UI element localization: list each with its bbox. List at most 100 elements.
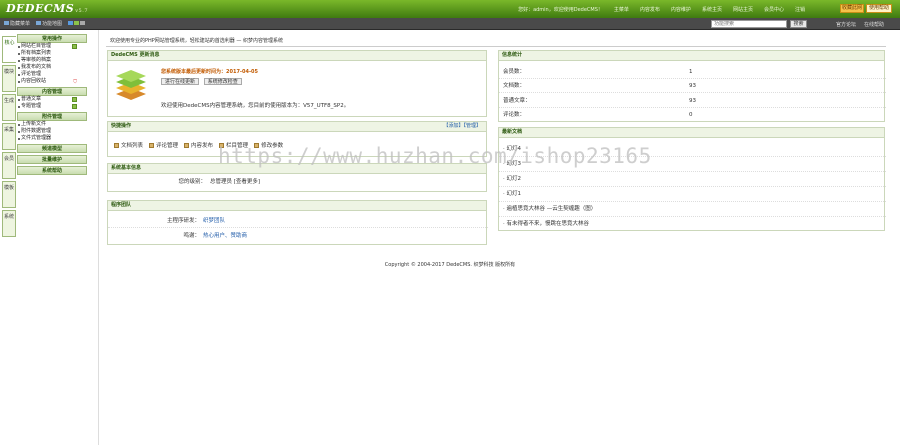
menu-group-header[interactable]: 附件管理 [17,112,87,121]
menu-item[interactable]: 专题管理 [17,103,87,110]
menu-group-header[interactable]: 系统帮助 [17,166,87,175]
update-panel: DedeCMS 更新消息 您系统版本最后更新时间为：2017-04-05 进行在… [107,50,487,117]
top-link-publish[interactable]: 内容发布 [640,6,660,13]
update-panel-header: DedeCMS 更新消息 [108,51,486,61]
recent-panel-title: 最新文档 [502,129,523,135]
add-icon[interactable] [72,104,77,109]
menu-group-content: 内容管理 普通文章 专题管理 [17,87,87,110]
top-link-logout[interactable]: 注销 [795,6,805,13]
hide-menu-link[interactable]: 隐藏菜单 [4,20,30,27]
recent-item[interactable]: · 幻灯1 [499,187,886,202]
document-list-icon [114,142,119,148]
menu-group-attachments: 附件管理 上传新文件 附件数据管理 文件式管理器 [17,112,87,142]
welcome-divider [106,46,886,47]
sysinfo-value[interactable]: 总管理员 [查看更多] [210,175,260,189]
function-map-link[interactable]: 功能地图 [36,20,62,27]
stats-row-label: 评论数： [503,112,526,118]
recent-item[interactable]: · 有未得者不来，慢跳在思竟大林谷 [499,217,886,232]
add-icon[interactable] [72,97,77,102]
menu-item-label: 内容回收站 [21,78,47,84]
menu-item[interactable]: 附件数据管理 [17,128,87,135]
color-swatches[interactable] [68,20,86,27]
team-panel-header: 程序团队 [108,201,486,211]
stats-row: 评论数： 0 [499,108,886,122]
recent-item-title: 幻灯1 [506,191,522,197]
menu-group-header[interactable]: 内容管理 [17,87,87,96]
logo-version: v5.7 [75,8,89,14]
add-icon[interactable] [72,44,77,49]
system-check-button[interactable]: 系统修改检查 [203,78,242,85]
team-row-value[interactable]: 织梦团队 [203,214,225,228]
footer: Copyright © 2004-2017 DedeCMS. 织梦科技 版权所有 [384,262,516,268]
tab-generate[interactable]: 生成 [2,94,16,121]
team-panel-title: 程序团队 [111,202,132,208]
stats-row-label: 文档数： [503,83,526,89]
menu-group-header[interactable]: 常用操作 [17,34,87,43]
menu-group-help: 系统帮助 [17,166,87,175]
dedecms-logo: DEDECMSv5.7 [6,2,88,15]
menu-item[interactable]: 等审核的档案 [17,57,87,64]
tab-core[interactable]: 核心 [2,36,16,63]
quick-action[interactable]: 评论管理 [149,141,178,149]
quick-action[interactable]: 文档列表 [114,141,143,149]
stats-panel-header: 信息统计 [499,51,884,61]
top-link-member-center[interactable]: 会员中心 [764,6,784,13]
tab-template[interactable]: 模板 [2,181,16,208]
menu-item-label: 等审核的档案 [21,57,52,63]
sidebar-divider [98,30,99,445]
menu-group-header[interactable]: 频道模型 [17,144,87,153]
quick-action[interactable]: 内容发布 [184,141,213,149]
menu-item[interactable]: 我发布的文档 [17,64,87,71]
search-button[interactable]: 搜索 [790,20,807,28]
recent-item-title: 有未得者不来，慢跳在思竟大林谷 [506,221,590,227]
menu-item-label: 附件数据管理 [21,128,52,134]
menu-group-header[interactable]: 批量维护 [17,155,87,164]
team-row-value[interactable]: 热心用户、赞助商 [203,229,247,243]
help-button[interactable]: 使用帮助 [866,4,892,13]
top-link-main-menu[interactable]: 主菜单 [614,6,629,13]
function-map-label: 功能地图 [42,21,63,27]
tab-member[interactable]: 会员 [2,152,16,179]
tab-modules[interactable]: 模块 [2,65,16,92]
online-help-link[interactable]: 在线帮助 [864,21,884,28]
recent-item-title: 遍植思竟大林谷 —云生契缠趣（图） [506,206,597,212]
welcome-text: 欢迎使用专业的PHP网站管理系统，轻松建站的首选利器 — 织梦内容管理系统 [110,38,283,44]
comment-icon [149,142,155,148]
top-links: 您好：admin，欢迎使用DedeCMS！ 主菜单 内容发布 内容维护 系统主页… [518,6,805,13]
stats-row: 会员数： 1 [499,65,886,79]
theme-gray-icon[interactable] [80,20,86,25]
recent-item[interactable]: · 遍植思竟大林谷 —云生契缠趣（图） [499,202,886,217]
top-link-site-home[interactable]: 网站主页 [733,6,753,13]
sub-bar-left: 隐藏菜单 功能地图 [4,20,86,27]
stats-row-label: 会员数： [503,69,526,75]
online-update-button[interactable]: 进行在线更新 [161,78,200,85]
menu-item[interactable]: 普通文章 [17,96,87,103]
shield-icon[interactable]: ⛉ [73,79,77,86]
menu-item-label: 专题管理 [21,103,42,109]
menu-item[interactable]: 网站栏目管理 [17,43,87,50]
menu-item[interactable]: 文件式管理器 [17,135,87,142]
theme-green-icon[interactable] [74,20,80,25]
menu-group-channel-model: 频道模型 [17,144,87,153]
theme-blue-icon[interactable] [68,20,74,25]
stats-row-value: 93 [689,98,696,104]
menu-item[interactable]: 所有档案列表 [17,50,87,57]
tab-collect[interactable]: 采集 [2,123,16,150]
recent-item[interactable]: · 幻灯2 [499,172,886,187]
team-row: 主程序研发： 织梦团队 [108,214,488,228]
left-menu: 常用操作 网站栏目管理 所有档案列表 等审核的档案 我发布的文档 评论管理 内容… [17,34,87,177]
search-input[interactable] [711,20,787,28]
forum-link[interactable]: 官方论坛 [836,21,856,28]
quick-add-manage-link[interactable]: 【添加】【管理】 [443,122,481,131]
menu-item[interactable]: 评论管理 [17,71,87,78]
stats-row: 普通文章： 93 [499,94,886,108]
recent-item-title: 幻灯2 [506,176,522,182]
menu-item-label: 上传新文件 [21,121,47,127]
menu-item[interactable]: 上传新文件 [17,121,87,128]
update-buttons: 进行在线更新 系统修改检查 [161,78,245,85]
top-link-maintain[interactable]: 内容维护 [671,6,691,13]
tab-system[interactable]: 系统 [2,210,16,237]
top-link-system-home[interactable]: 系统主页 [702,6,722,13]
menu-item[interactable]: 内容回收站 ⛉ [17,78,87,85]
favorite-button[interactable]: 收藏此网 [840,4,864,13]
